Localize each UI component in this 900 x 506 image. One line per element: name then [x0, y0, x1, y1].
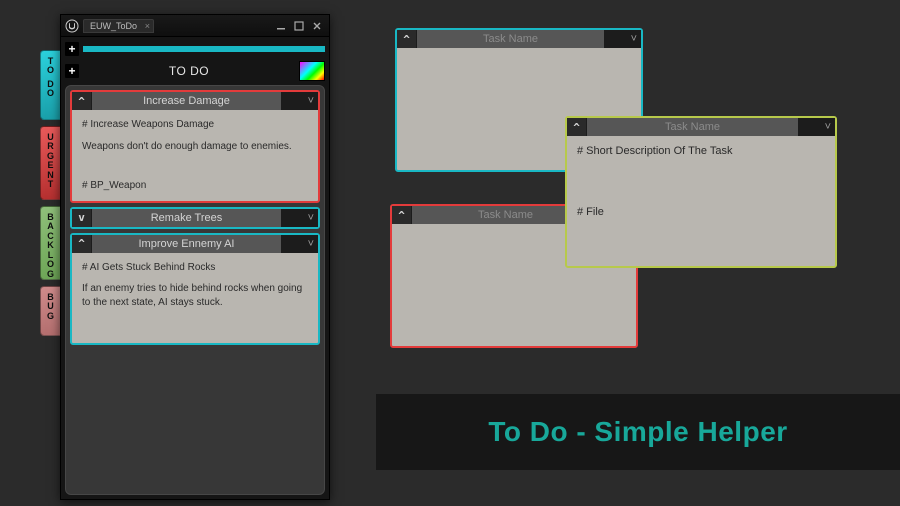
task-card: vRemake Trees˅ [70, 207, 320, 229]
chevron-up-icon[interactable]: ^ [567, 118, 587, 136]
window-tab-label: EUW_ToDo [90, 21, 137, 31]
tab-urgent[interactable]: URGENT [40, 126, 60, 200]
close-tab-icon[interactable]: × [145, 21, 150, 31]
task-description: # Short Description Of The Task [577, 144, 825, 159]
task-name-placeholder[interactable]: Task Name [417, 30, 605, 48]
task-menu-dropdown[interactable]: ˅ [282, 92, 318, 110]
chevron-up-icon[interactable]: ^ [72, 92, 92, 110]
task-body[interactable]: # AI Gets Stuck Behind Rocks If an enemy … [72, 253, 318, 344]
task-name[interactable]: Increase Damage [92, 92, 282, 110]
unreal-logo-icon [65, 19, 79, 33]
task-menu-dropdown[interactable]: ˅ [282, 209, 318, 227]
task-name-placeholder[interactable]: Task Name [587, 118, 799, 136]
color-picker[interactable] [299, 61, 325, 81]
chevron-up-icon[interactable]: ^ [397, 30, 417, 48]
task-menu-dropdown[interactable]: ˅ [799, 118, 835, 136]
maximize-button[interactable] [291, 19, 307, 33]
todo-window: EUW_ToDo × + + TO DO ^Increase Damage˅# … [60, 14, 330, 500]
task-menu-dropdown[interactable]: ˅ [282, 235, 318, 253]
task-heading: # AI Gets Stuck Behind Rocks [82, 261, 308, 275]
caption-text: To Do - Simple Helper [488, 416, 787, 448]
task-list: ^Increase Damage˅# Increase Weapons Dama… [65, 85, 325, 495]
task-file: # File [577, 205, 825, 220]
task-text: Weapons don't do enough damage to enemie… [82, 140, 308, 154]
titlebar[interactable]: EUW_ToDo × [61, 15, 329, 37]
window-tab[interactable]: EUW_ToDo × [83, 19, 154, 33]
caption-banner: To Do - Simple Helper [376, 394, 900, 470]
task-menu-dropdown[interactable]: ˅ [605, 30, 641, 48]
category-tabs: TODO URGENT BACKLOG BUG [40, 50, 60, 342]
add-category-button[interactable]: + [65, 42, 79, 56]
add-task-button[interactable]: + [65, 64, 79, 78]
task-name[interactable]: Remake Trees [92, 209, 282, 227]
chevron-up-icon[interactable]: ^ [72, 235, 92, 253]
minimize-button[interactable] [273, 19, 289, 33]
section-title: TO DO [83, 64, 295, 78]
example-card-yellow: ^ Task Name ˅ # Short Description Of The… [565, 116, 837, 268]
task-card: ^Improve Ennemy AI˅# AI Gets Stuck Behin… [70, 233, 320, 346]
task-name[interactable]: Improve Ennemy AI [92, 235, 282, 253]
task-text: If an enemy tries to hide behind rocks w… [82, 282, 308, 309]
chevron-up-icon[interactable]: ^ [392, 206, 412, 224]
tab-bug[interactable]: BUG [40, 286, 60, 336]
chevron-down-icon[interactable]: v [72, 209, 92, 227]
category-color-bar [83, 46, 325, 52]
task-file: # BP_Weapon [82, 179, 308, 193]
task-body[interactable]: # Increase Weapons Damage Weapons don't d… [72, 110, 318, 201]
tab-backlog[interactable]: BACKLOG [40, 206, 60, 280]
tab-todo[interactable]: TODO [40, 50, 60, 120]
close-button[interactable] [309, 19, 325, 33]
task-heading: # Increase Weapons Damage [82, 118, 308, 132]
task-card: ^Increase Damage˅# Increase Weapons Dama… [70, 90, 320, 203]
